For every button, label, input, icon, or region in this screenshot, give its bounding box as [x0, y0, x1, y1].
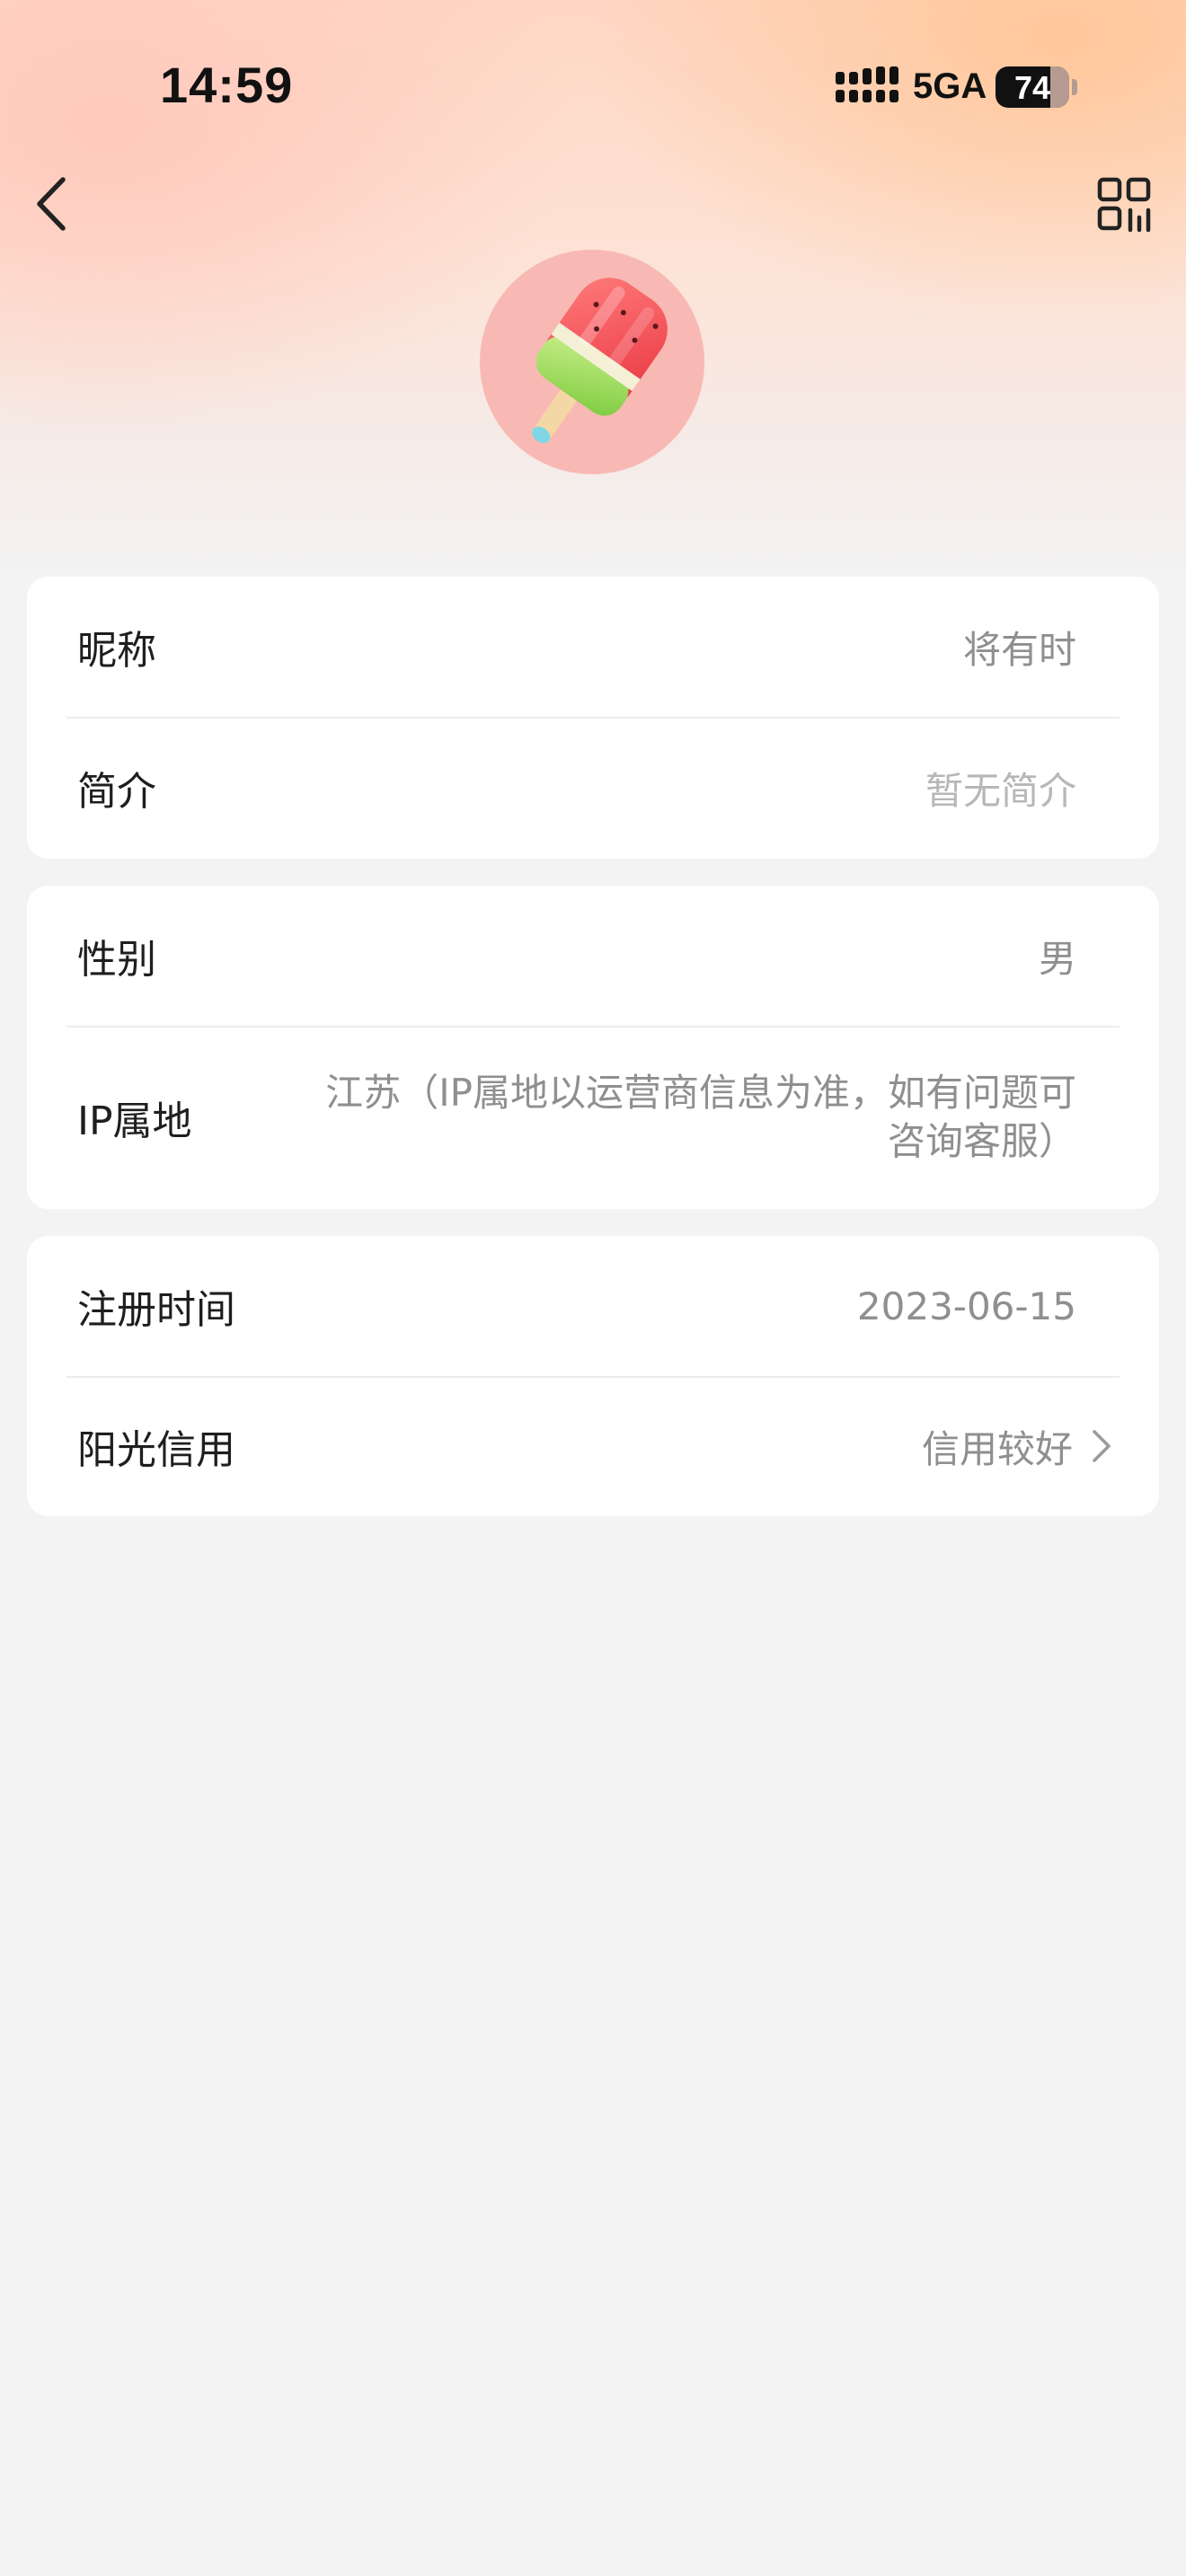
sunshine-credit-label: 阳光信用 [77, 1427, 235, 1473]
battery-percent: 74 [1013, 69, 1051, 106]
sunshine-credit-value: 信用较好 [921, 1426, 1073, 1471]
network-type: 5GA [913, 66, 987, 106]
signal-strength-icon [836, 66, 898, 102]
ip-location-label: IP属地 [77, 1098, 192, 1144]
account-info-card: 注册时间 2023-06-15 阳光信用 信用较好 [27, 1236, 1159, 1516]
nickname-value: 将有时 [962, 627, 1076, 672]
battery-tip [1072, 79, 1077, 95]
sunshine-credit-row[interactable]: 阳光信用 信用较好 [27, 1376, 1159, 1516]
basic-info-card: 昵称 将有时 简介 暂无简介 [27, 577, 1159, 859]
personal-info-card: 性别 男 IP属地 江苏（IP属地以运营商信息为准，如有问题可咨询客服） [27, 886, 1159, 1209]
status-time: 14:59 [160, 57, 294, 113]
nickname-label: 昵称 [77, 628, 156, 674]
popsicle-avatar-image [532, 278, 668, 444]
register-time-label: 注册时间 [77, 1287, 235, 1333]
avatar[interactable] [480, 250, 704, 474]
gender-label: 性别 [77, 937, 156, 983]
back-button[interactable] [25, 172, 75, 235]
nickname-row[interactable]: 昵称 将有时 [27, 577, 1159, 717]
register-time-value: 2023-06-15 [856, 1284, 1076, 1328]
register-time-row: 注册时间 2023-06-15 [27, 1236, 1159, 1376]
gender-value: 男 [1038, 936, 1076, 981]
ip-location-row: IP属地 江苏（IP属地以运营商信息为准，如有问题可咨询客服） [27, 1026, 1159, 1209]
chevron-left-icon [37, 177, 66, 231]
gender-row[interactable]: 性别 男 [27, 886, 1159, 1026]
bio-row[interactable]: 简介 暂无简介 [27, 717, 1159, 859]
ip-location-value: 江苏（IP属地以运营商信息为准，如有问题可咨询客服） [325, 1071, 1076, 1163]
bio-label: 简介 [77, 769, 156, 815]
battery-icon: 74 [996, 66, 1069, 108]
chevron-right-icon [1093, 1430, 1111, 1462]
qr-code-icon[interactable] [1096, 176, 1154, 234]
bio-value: 暂无简介 [925, 768, 1076, 813]
sunshine-credit-value-wrap: 信用较好 [922, 1419, 1114, 1474]
